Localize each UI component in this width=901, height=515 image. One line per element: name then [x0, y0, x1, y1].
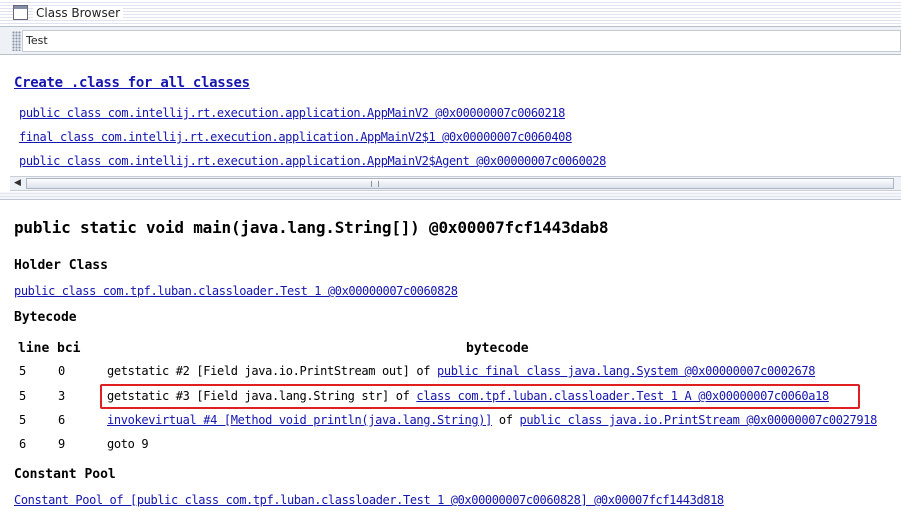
bytecode-instruction: getstatic #2 [Field java.io.PrintStream …: [107, 364, 815, 378]
row-line: 6: [19, 437, 26, 451]
instruction-class-link[interactable]: public class java.io.PrintStream @0x0000…: [519, 413, 877, 427]
class-list-item[interactable]: public class com.intellij.rt.execution.a…: [19, 154, 606, 168]
holder-class-link[interactable]: public class com.tpf.luban.classloader.T…: [14, 284, 458, 298]
row-line: 5: [19, 364, 26, 378]
scroll-left-arrow-icon[interactable]: ◀: [10, 177, 25, 190]
row-line: 5: [19, 389, 26, 403]
horizontal-scrollbar[interactable]: ◀: [10, 176, 901, 191]
holder-class-heading: Holder Class: [14, 258, 108, 273]
window-icon[interactable]: [13, 5, 28, 20]
method-signature: public static void main(java.lang.String…: [14, 218, 609, 237]
column-header-bytecode: bytecode: [466, 341, 529, 356]
title-bar: Class Browser: [0, 0, 901, 27]
search-toolbar: Test: [0, 27, 901, 55]
column-header-bci: bci: [57, 341, 81, 356]
instruction-text: getstatic #2 [Field java.io.PrintStream …: [107, 364, 437, 378]
class-list-panel: Create .class for all classes public cla…: [0, 56, 901, 176]
bytecode-instruction: goto 9: [107, 437, 149, 451]
instruction-method-link[interactable]: invokevirtual #4 [Method void println(ja…: [107, 413, 492, 427]
row-bci: 0: [58, 364, 65, 378]
row-bci: 3: [58, 389, 65, 403]
scrollbar-grip-icon: [371, 181, 379, 187]
constant-pool-heading: Constant Pool: [14, 467, 116, 482]
instruction-class-link[interactable]: public final class java.lang.System @0x0…: [437, 364, 815, 378]
row-bci: 9: [58, 437, 65, 451]
scrollbar-thumb[interactable]: [26, 178, 894, 189]
column-header-line: line: [18, 341, 50, 356]
row-bci: 6: [58, 413, 65, 427]
class-list-item[interactable]: final class com.intellij.rt.execution.ap…: [19, 130, 572, 144]
create-class-files-link[interactable]: Create .class for all classes: [14, 75, 250, 91]
search-input[interactable]: Test: [22, 30, 901, 52]
bytecode-instruction: invokevirtual #4 [Method void println(ja…: [107, 413, 877, 427]
instruction-text: of: [491, 413, 520, 427]
window-title: Class Browser: [33, 6, 124, 20]
constant-pool-link[interactable]: Constant Pool of [public class com.tpf.l…: [14, 493, 724, 507]
class-list-item[interactable]: public class com.intellij.rt.execution.a…: [19, 106, 565, 120]
bytecode-heading: Bytecode: [14, 310, 77, 325]
toolbar-grip-icon[interactable]: [12, 31, 21, 51]
row-line: 5: [19, 413, 26, 427]
split-pane-divider[interactable]: [0, 192, 901, 200]
highlight-box: [100, 384, 860, 409]
